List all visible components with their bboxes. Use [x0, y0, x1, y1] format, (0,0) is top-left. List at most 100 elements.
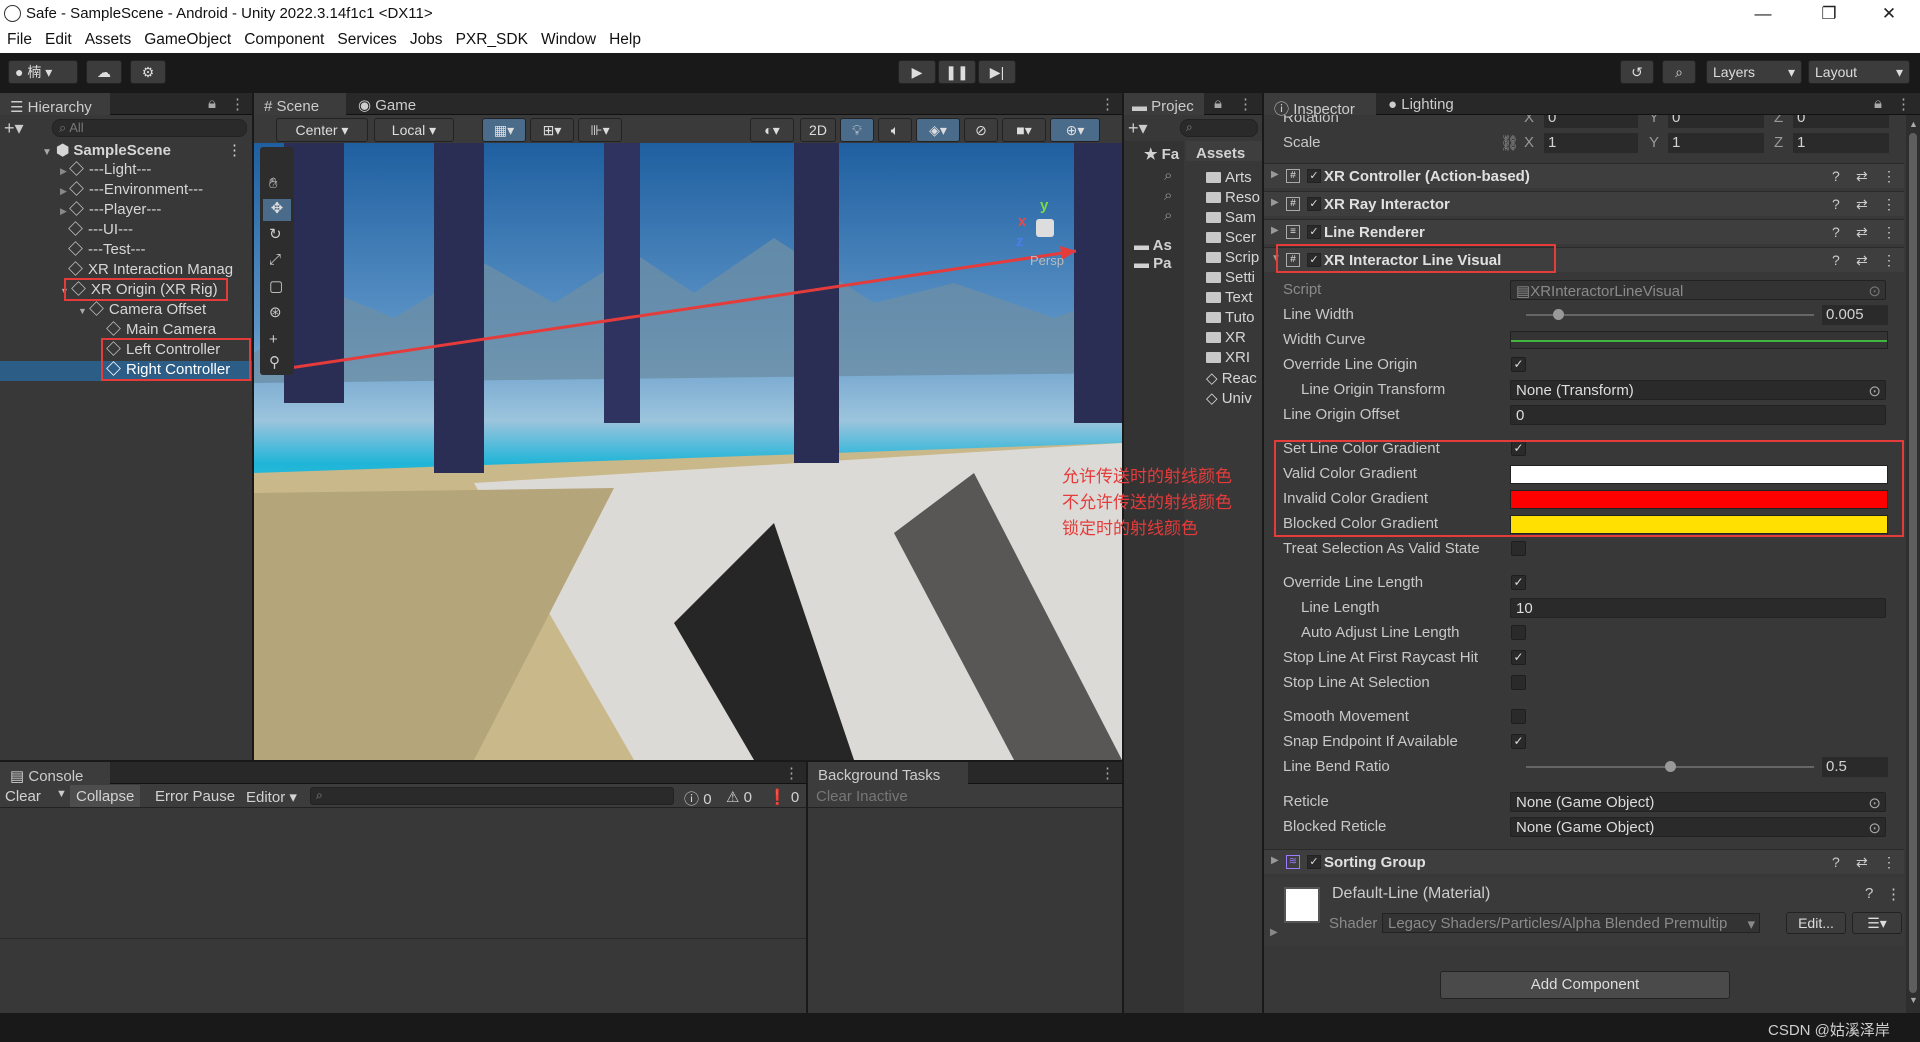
- snap-increment-icon[interactable]: ⊞▾: [530, 118, 574, 142]
- preset-icon[interactable]: ⇄: [1856, 196, 1868, 213]
- close-button[interactable]: ✕: [1866, 2, 1912, 26]
- hierarchy-item[interactable]: ---UI---: [66, 221, 133, 241]
- editor-dropdown[interactable]: Editor ▾: [246, 788, 297, 806]
- menu-component[interactable]: Component: [237, 28, 330, 49]
- tab-inspector[interactable]: ⓘ Inspector: [1264, 93, 1376, 118]
- menu-edit[interactable]: Edit: [38, 28, 78, 49]
- component-sorting-group[interactable]: ▶ ≋ ✓ Sorting Group ? ⇄ ⋮: [1264, 849, 1904, 874]
- effects-icon[interactable]: ◈▾: [916, 118, 960, 142]
- project-folder[interactable]: Scer: [1206, 229, 1262, 249]
- tab-background-tasks[interactable]: Background Tasks: [808, 762, 968, 784]
- layers-dropdown[interactable]: Layers ▾: [1706, 60, 1802, 84]
- menu-jobs[interactable]: Jobs: [403, 28, 449, 49]
- space-dropdown[interactable]: Local ▾: [374, 118, 454, 142]
- material-name[interactable]: Default-Line (Material): [1332, 885, 1490, 903]
- project-package[interactable]: ◇ Univ: [1206, 389, 1262, 409]
- project-folder[interactable]: Sam: [1206, 209, 1262, 229]
- layout-dropdown[interactable]: Layout ▾: [1808, 60, 1910, 84]
- scrollbar-thumb[interactable]: [1909, 133, 1917, 993]
- slider-knob[interactable]: [1552, 309, 1564, 320]
- grid-snap-icon[interactable]: ▦▾: [482, 118, 526, 142]
- scale-z-field[interactable]: 1: [1793, 133, 1889, 153]
- clear-button[interactable]: Clear: [5, 788, 41, 805]
- preset-icon[interactable]: ⇄: [1856, 224, 1868, 241]
- clear-inactive-button[interactable]: Clear Inactive: [816, 788, 908, 805]
- project-folder[interactable]: Text: [1206, 289, 1262, 309]
- error-pause-button[interactable]: Error Pause: [155, 788, 235, 805]
- search-icon[interactable]: ⌕: [1662, 60, 1696, 84]
- kebab-menu-icon[interactable]: ⋮: [1896, 95, 1911, 113]
- project-package[interactable]: ◇ Reac: [1206, 369, 1262, 389]
- step-button[interactable]: ▶|: [978, 60, 1016, 84]
- lock-icon[interactable]: 🔒︎: [1214, 95, 1222, 112]
- move-tool-icon[interactable]: ✥: [263, 199, 291, 221]
- project-folder[interactable]: Setti: [1206, 269, 1262, 289]
- add-tool-icon[interactable]: +: [269, 331, 278, 348]
- scale-x-field[interactable]: 1: [1544, 133, 1638, 153]
- object-picker-icon[interactable]: ⊙: [1868, 382, 1881, 400]
- project-folder[interactable]: Arts: [1206, 169, 1262, 189]
- reticle-field[interactable]: None (Game Object) ⊙: [1510, 792, 1886, 812]
- help-icon[interactable]: ?: [1832, 196, 1840, 212]
- console-search-input[interactable]: ⌕: [310, 787, 674, 805]
- audio-icon[interactable]: 🔈︎: [878, 118, 912, 142]
- tab-console[interactable]: ▤ Console: [0, 762, 110, 785]
- kebab-menu-icon[interactable]: ⋮: [1882, 168, 1896, 185]
- override-line-origin-checkbox[interactable]: ✓: [1511, 357, 1526, 372]
- scroll-up-icon[interactable]: ▲: [1909, 119, 1918, 129]
- preset-icon[interactable]: ⇄: [1856, 252, 1868, 269]
- scene-viewport[interactable]: ✋︎ ✥ ↻ ⤢ ▢ ⊛ + ⚲ y z x Persp: [254, 143, 1122, 760]
- kebab-menu-icon[interactable]: ⋮: [1882, 854, 1896, 871]
- component-xr-ray-interactor[interactable]: ▶ # ✓ XR Ray Interactor ? ⇄ ⋮: [1264, 191, 1904, 216]
- chevron-down-icon[interactable]: ▼: [56, 788, 67, 800]
- inspector-scrollbar[interactable]: ▲ ▼: [1906, 115, 1920, 1013]
- blocked-reticle-field[interactable]: None (Game Object) ⊙: [1510, 817, 1886, 837]
- treat-selection-checkbox[interactable]: [1511, 541, 1526, 556]
- warning-count[interactable]: ⚠ 0: [726, 788, 752, 806]
- shader-dropdown[interactable]: Legacy Shaders/Particles/Alpha Blended P…: [1382, 913, 1760, 933]
- line-width-field[interactable]: 0.005: [1822, 305, 1888, 325]
- menu-services[interactable]: Services: [330, 28, 402, 49]
- object-picker-icon[interactable]: ⊙: [1868, 819, 1881, 837]
- snap-endpoint-checkbox[interactable]: ✓: [1511, 734, 1526, 749]
- account-dropdown[interactable]: ● 楠 ▾: [8, 60, 78, 84]
- kebab-menu-icon[interactable]: ⋮: [1238, 95, 1253, 113]
- minimize-button[interactable]: —: [1740, 2, 1786, 26]
- rect-tool-icon[interactable]: ▢: [269, 277, 283, 295]
- history-icon[interactable]: ↺: [1620, 60, 1654, 84]
- preset-icon[interactable]: ⇄: [1856, 854, 1868, 871]
- menu-help[interactable]: Help: [602, 28, 647, 49]
- project-folder[interactable]: Tuto: [1206, 309, 1262, 329]
- lock-icon[interactable]: 🔒︎: [208, 95, 216, 112]
- help-icon[interactable]: ?: [1832, 252, 1840, 268]
- line-origin-transform-field[interactable]: None (Transform) ⊙: [1510, 380, 1886, 400]
- component-line-renderer[interactable]: ▶ ≡ ✓ Line Renderer ? ⇄ ⋮: [1264, 219, 1904, 244]
- kebab-menu-icon[interactable]: ⋮: [1882, 252, 1896, 269]
- maximize-button[interactable]: ❐: [1806, 2, 1852, 26]
- kebab-menu-icon[interactable]: ⋮: [1100, 764, 1115, 782]
- edit-shader-button[interactable]: Edit...: [1786, 912, 1846, 934]
- hand-tool-icon[interactable]: ✋︎: [269, 175, 278, 192]
- width-curve-field[interactable]: [1510, 331, 1888, 349]
- visibility-icon[interactable]: ⊘: [964, 118, 998, 142]
- lock-icon[interactable]: 🔒︎: [1874, 95, 1882, 112]
- cloud-icon[interactable]: ☁: [86, 60, 122, 84]
- project-folder[interactable]: Reso: [1206, 189, 1262, 209]
- custom-tool-icon[interactable]: ⚲: [269, 353, 280, 371]
- collab-icon[interactable]: ⚙: [130, 60, 166, 84]
- rotation-y-field[interactable]: 0: [1668, 115, 1764, 128]
- tab-lighting[interactable]: ● Lighting: [1378, 93, 1488, 115]
- hierarchy-item-camera-offset[interactable]: ▼ Camera Offset: [78, 301, 206, 321]
- slider-knob[interactable]: [1665, 761, 1676, 772]
- tab-scene[interactable]: # Scene: [254, 93, 346, 115]
- kebab-menu-icon[interactable]: ⋮: [784, 764, 799, 782]
- pivot-dropdown[interactable]: Center ▾: [276, 118, 368, 142]
- component-xr-controller[interactable]: ▶ # ✓ XR Controller (Action-based) ? ⇄ ⋮: [1264, 163, 1904, 188]
- menu-window[interactable]: Window: [534, 28, 602, 49]
- project-folder[interactable]: Scrip: [1206, 249, 1262, 269]
- tab-hierarchy[interactable]: ☰ Hierarchy: [0, 93, 110, 116]
- stop-first-hit-checkbox[interactable]: ✓: [1511, 650, 1526, 665]
- auto-adjust-checkbox[interactable]: [1511, 625, 1526, 640]
- smooth-movement-checkbox[interactable]: [1511, 709, 1526, 724]
- rotation-x-field[interactable]: 0: [1544, 115, 1638, 128]
